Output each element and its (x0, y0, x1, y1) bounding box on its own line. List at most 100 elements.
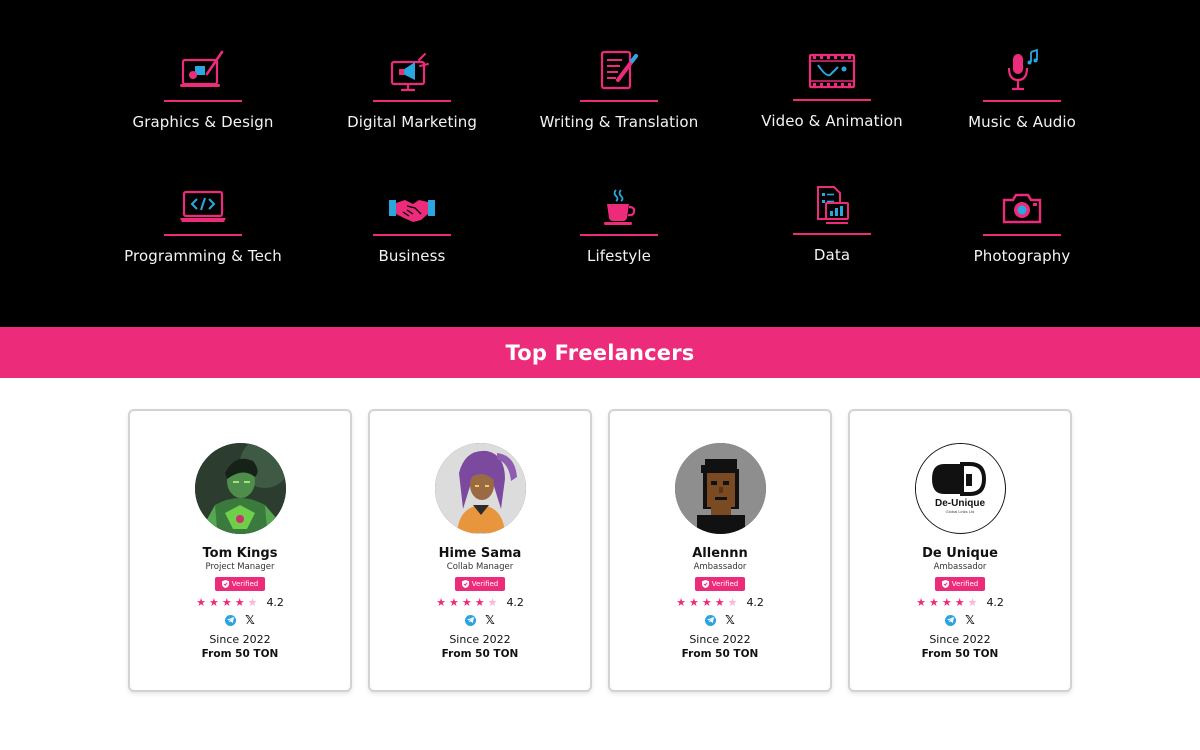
member-since: Since 2022 (449, 633, 511, 646)
section-title: Top Freelancers (505, 340, 695, 365)
category-divider (580, 100, 658, 102)
de-unique-logo: De-Unique Global Links Ltd (915, 444, 1004, 532)
category-label: Lifestyle (587, 247, 651, 265)
rating-value: 4.2 (986, 596, 1004, 609)
data-chart-icon (812, 177, 852, 225)
star-outline-icon: ★ (727, 596, 738, 609)
microphone-icon (1002, 44, 1042, 92)
star-icon: ★ (196, 596, 206, 609)
x-twitter-icon[interactable]: 𝕏 (485, 614, 495, 626)
freelancer-role: Collab Manager (446, 562, 514, 572)
freelancer-name[interactable]: Tom Kings (203, 546, 278, 561)
social-links: 𝕏 (945, 614, 975, 626)
freelancer-card[interactable]: Hime Sama Collab Manager Verified ★ ★ ★ … (368, 409, 592, 692)
verified-badge: Verified (694, 577, 746, 591)
freelancer-card[interactable]: Allennn Ambassador Verified ★ ★ ★ ★ ★ 4.… (608, 409, 832, 692)
category-label: Video & Animation (761, 112, 903, 130)
verified-badge-label: Verified (951, 580, 979, 588)
freelancer-card[interactable]: Tom Kings Project Manager Verified ★ ★ ★… (128, 409, 352, 692)
top-freelancers-header: Top Freelancers (0, 327, 1200, 378)
telegram-icon[interactable] (465, 614, 477, 626)
avatar[interactable] (434, 443, 526, 534)
category-divider (164, 100, 242, 102)
rating: ★ ★ ★ ★ ★ 4.2 (916, 596, 1004, 609)
member-since: Since 2022 (209, 633, 271, 646)
shield-check-icon (941, 580, 949, 588)
logo-text: De-Unique (935, 498, 985, 509)
telegram-icon[interactable] (225, 614, 237, 626)
freelancer-role: Project Manager (205, 562, 275, 572)
star-icon: ★ (208, 596, 219, 609)
telegram-icon[interactable] (945, 614, 957, 626)
x-twitter-icon[interactable]: 𝕏 (245, 614, 255, 626)
x-twitter-icon[interactable]: 𝕏 (725, 614, 735, 626)
star-icon: ★ (714, 596, 725, 609)
telegram-icon[interactable] (705, 614, 717, 626)
category-label: Programming & Tech (124, 247, 282, 265)
starting-price: From 50 TON (681, 648, 759, 660)
freelancer-name[interactable]: Allennn (692, 546, 748, 561)
category-label: Data (813, 246, 851, 264)
freelancer-name[interactable]: De Unique (922, 546, 998, 561)
categories-section: Graphics & Design Digital Marketing Writ… (0, 0, 1200, 327)
category-lifestyle[interactable]: Lifestyle (514, 178, 724, 288)
verified-badge: Verified (934, 577, 986, 591)
category-writing-translation[interactable]: Writing & Translation (514, 44, 724, 154)
verified-badge: Verified (214, 577, 266, 591)
star-icon: ★ (436, 596, 446, 609)
category-label: Graphics & Design (132, 113, 274, 131)
category-programming-tech[interactable]: Programming & Tech (98, 178, 308, 288)
starting-price: From 50 TON (201, 648, 279, 660)
starting-price: From 50 TON (441, 648, 519, 660)
verified-badge-label: Verified (711, 580, 739, 588)
coffee-cup-icon (599, 178, 639, 226)
category-divider (793, 99, 871, 101)
verified-badge: Verified (454, 577, 506, 591)
category-divider (580, 234, 658, 236)
star-outline-icon: ★ (487, 596, 498, 609)
rating: ★ ★ ★ ★ ★ 4.2 (436, 596, 524, 609)
category-divider (373, 100, 451, 102)
x-twitter-icon[interactable]: 𝕏 (965, 614, 975, 626)
member-since: Since 2022 (929, 633, 991, 646)
category-graphics-design[interactable]: Graphics & Design (98, 44, 308, 154)
rating-value: 4.2 (746, 596, 764, 609)
social-links: 𝕏 (465, 614, 495, 626)
avatar[interactable]: De-Unique Global Links Ltd (914, 443, 1006, 534)
freelancer-role: Ambassador (933, 562, 987, 572)
star-icon: ★ (916, 596, 926, 609)
member-since: Since 2022 (689, 633, 751, 646)
star-icon: ★ (448, 596, 459, 609)
star-icon: ★ (941, 596, 952, 609)
category-divider (793, 233, 871, 235)
verified-badge-label: Verified (231, 580, 259, 588)
category-divider (983, 100, 1061, 102)
shield-check-icon (221, 580, 229, 588)
category-label: Music & Audio (968, 113, 1076, 131)
category-label: Business (378, 247, 446, 265)
design-tablet-icon (180, 44, 226, 92)
social-links: 𝕏 (705, 614, 735, 626)
freelancer-cards: Tom Kings Project Manager Verified ★ ★ ★… (0, 378, 1200, 750)
category-label: Photography (973, 247, 1071, 265)
avatar[interactable] (674, 443, 766, 534)
verified-badge-label: Verified (471, 580, 499, 588)
star-outline-icon: ★ (247, 596, 258, 609)
star-icon: ★ (234, 596, 245, 609)
freelancer-role: Ambassador (693, 562, 747, 572)
code-laptop-icon (179, 178, 227, 226)
avatar[interactable] (194, 443, 286, 534)
rating-value: 4.2 (266, 596, 284, 609)
marketing-megaphone-icon (389, 44, 435, 92)
starting-price: From 50 TON (921, 648, 999, 660)
category-photography[interactable]: Photography (917, 178, 1127, 288)
category-digital-marketing[interactable]: Digital Marketing (307, 44, 517, 154)
freelancer-name[interactable]: Hime Sama (439, 546, 522, 561)
category-data[interactable]: Data (727, 177, 937, 287)
category-music-audio[interactable]: Music & Audio (917, 44, 1127, 154)
star-icon: ★ (701, 596, 712, 609)
rating: ★ ★ ★ ★ ★ 4.2 (676, 596, 764, 609)
category-video-animation[interactable]: Video & Animation (727, 43, 937, 153)
freelancer-card[interactable]: De-Unique Global Links Ltd De Unique Amb… (848, 409, 1072, 692)
category-business[interactable]: Business (307, 178, 517, 288)
